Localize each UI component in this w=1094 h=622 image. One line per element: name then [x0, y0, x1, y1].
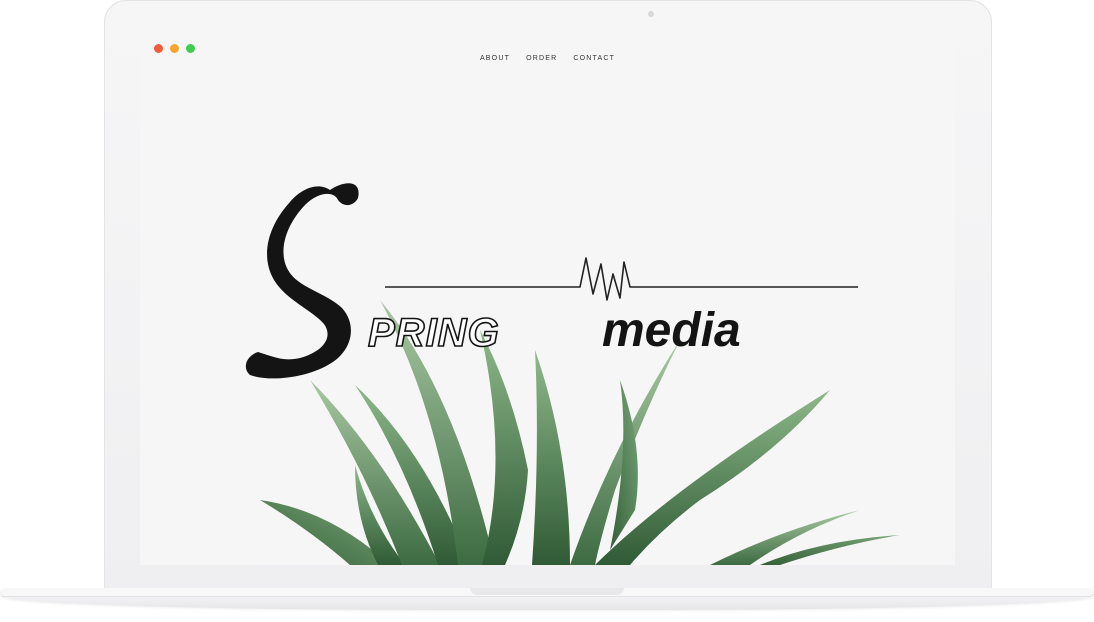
logo-media-text: media: [602, 304, 741, 357]
browser-screen: ABOUT ORDER CONTACT PRING media: [140, 30, 955, 565]
logo-heartbeat-line: [385, 257, 858, 301]
laptop-base: [0, 588, 1094, 622]
laptop-mockup: ABOUT ORDER CONTACT PRING media: [0, 0, 1094, 622]
trackpad-notch: [470, 588, 624, 595]
hero-art: PRING media: [245, 183, 900, 565]
agave-plant-image: [260, 300, 900, 565]
camera-dot: [648, 11, 654, 17]
logo-pring-text: PRING: [368, 311, 500, 355]
logo-brush-s-icon: [245, 183, 359, 379]
